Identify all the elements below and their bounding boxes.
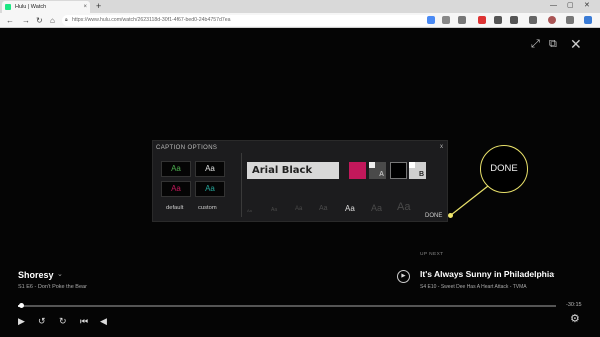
- time-remaining: -30:15: [566, 302, 582, 308]
- done-callout: DONE: [480, 145, 528, 193]
- progress-knob[interactable]: [18, 303, 24, 308]
- chevron-down-icon[interactable]: ⌄: [57, 270, 63, 278]
- up-next-subtitle: S4 E10 - Sweet Dee Has A Heart Attack - …: [420, 284, 527, 290]
- chevron-down-icon[interactable]: ⌄: [550, 269, 556, 277]
- play-icon[interactable]: ▶: [18, 316, 25, 326]
- volume-icon[interactable]: ◀: [100, 316, 107, 326]
- episode-subtitle: S1 E6 - Don't Poke the Bear: [18, 284, 87, 290]
- up-next-title[interactable]: It's Always Sunny in Philadelphia: [420, 269, 554, 279]
- play-next-icon[interactable]: ▶: [397, 270, 410, 283]
- rewind-10-icon[interactable]: ↺: [38, 316, 46, 326]
- settings-gear-icon[interactable]: ⚙: [570, 314, 580, 325]
- show-title: Shoresy: [18, 270, 54, 280]
- restart-icon[interactable]: ⏮︎: [80, 316, 88, 326]
- progress-bar[interactable]: [18, 303, 556, 308]
- up-next-label: UP NEXT: [420, 252, 444, 257]
- forward-10-icon[interactable]: ↻: [59, 316, 67, 326]
- callout-dot: [448, 213, 453, 218]
